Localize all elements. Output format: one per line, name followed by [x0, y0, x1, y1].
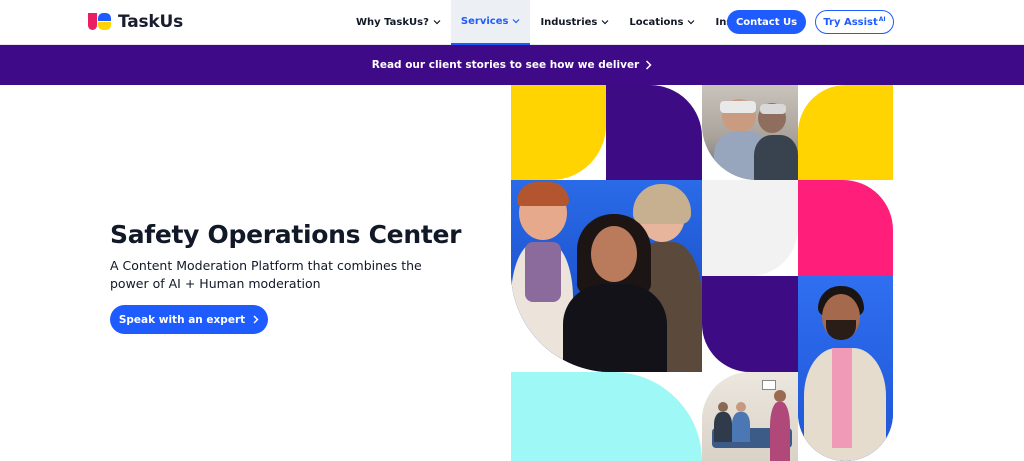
mosaic-tile-magenta [798, 180, 893, 276]
mosaic-tile-yellow [511, 85, 606, 180]
mosaic-photo-team [511, 180, 702, 372]
taskus-logo[interactable]: TaskUs [88, 12, 183, 32]
contact-us-label: Contact Us [735, 16, 798, 28]
nav-item-industries[interactable]: Industries [530, 0, 619, 45]
mosaic-tile-purple [606, 85, 702, 180]
mosaic-photo-vr [702, 85, 798, 180]
nav-item-locations[interactable]: Locations [619, 0, 705, 45]
nav-item-label: Services [460, 16, 509, 27]
mosaic-tile-light-gray [702, 180, 798, 276]
mosaic-tile-purple-2 [702, 276, 798, 372]
chevron-down-icon [601, 19, 609, 25]
nav-item-services[interactable]: Services [450, 0, 531, 45]
mosaic-photo-presenter [798, 276, 893, 461]
speak-with-expert-button[interactable]: Speak with an expert [110, 305, 268, 334]
nav-item-label: Industries [540, 17, 598, 28]
speak-with-expert-label: Speak with an expert [118, 313, 246, 326]
hero-mosaic [511, 85, 893, 461]
client-stories-banner[interactable]: Read our client stories to see how we de… [0, 45, 1024, 85]
site-header: TaskUs Why TaskUs? Services Industries L… [0, 0, 1024, 45]
page-title: Safety Operations Center [110, 220, 462, 249]
main-nav: Why TaskUs? Services Industries Location… [346, 0, 771, 45]
try-assist-label: Try Assist [823, 16, 878, 28]
taskus-logo-icon [88, 12, 112, 32]
contact-us-button[interactable]: Contact Us [727, 10, 806, 34]
try-assist-button[interactable]: Try Assist AI [815, 10, 894, 34]
mosaic-tile-yellow-2 [798, 85, 893, 180]
chevron-down-icon [433, 19, 441, 25]
chevron-down-icon [512, 18, 520, 24]
nav-item-why-taskus[interactable]: Why TaskUs? [346, 0, 451, 45]
nav-item-label: Why TaskUs? [356, 17, 429, 28]
banner-text: Read our client stories to see how we de… [371, 59, 640, 71]
logo-text: TaskUs [118, 12, 184, 32]
chevron-right-icon [253, 315, 259, 324]
mosaic-photo-office [702, 372, 798, 461]
nav-item-label: Locations [629, 17, 684, 28]
hero-subtitle: A Content Moderation Platform that combi… [110, 258, 422, 291]
try-assist-sup: AI [878, 15, 886, 23]
mosaic-tile-cyan [511, 372, 702, 461]
chevron-right-icon [645, 60, 652, 70]
chevron-down-icon [687, 19, 695, 25]
